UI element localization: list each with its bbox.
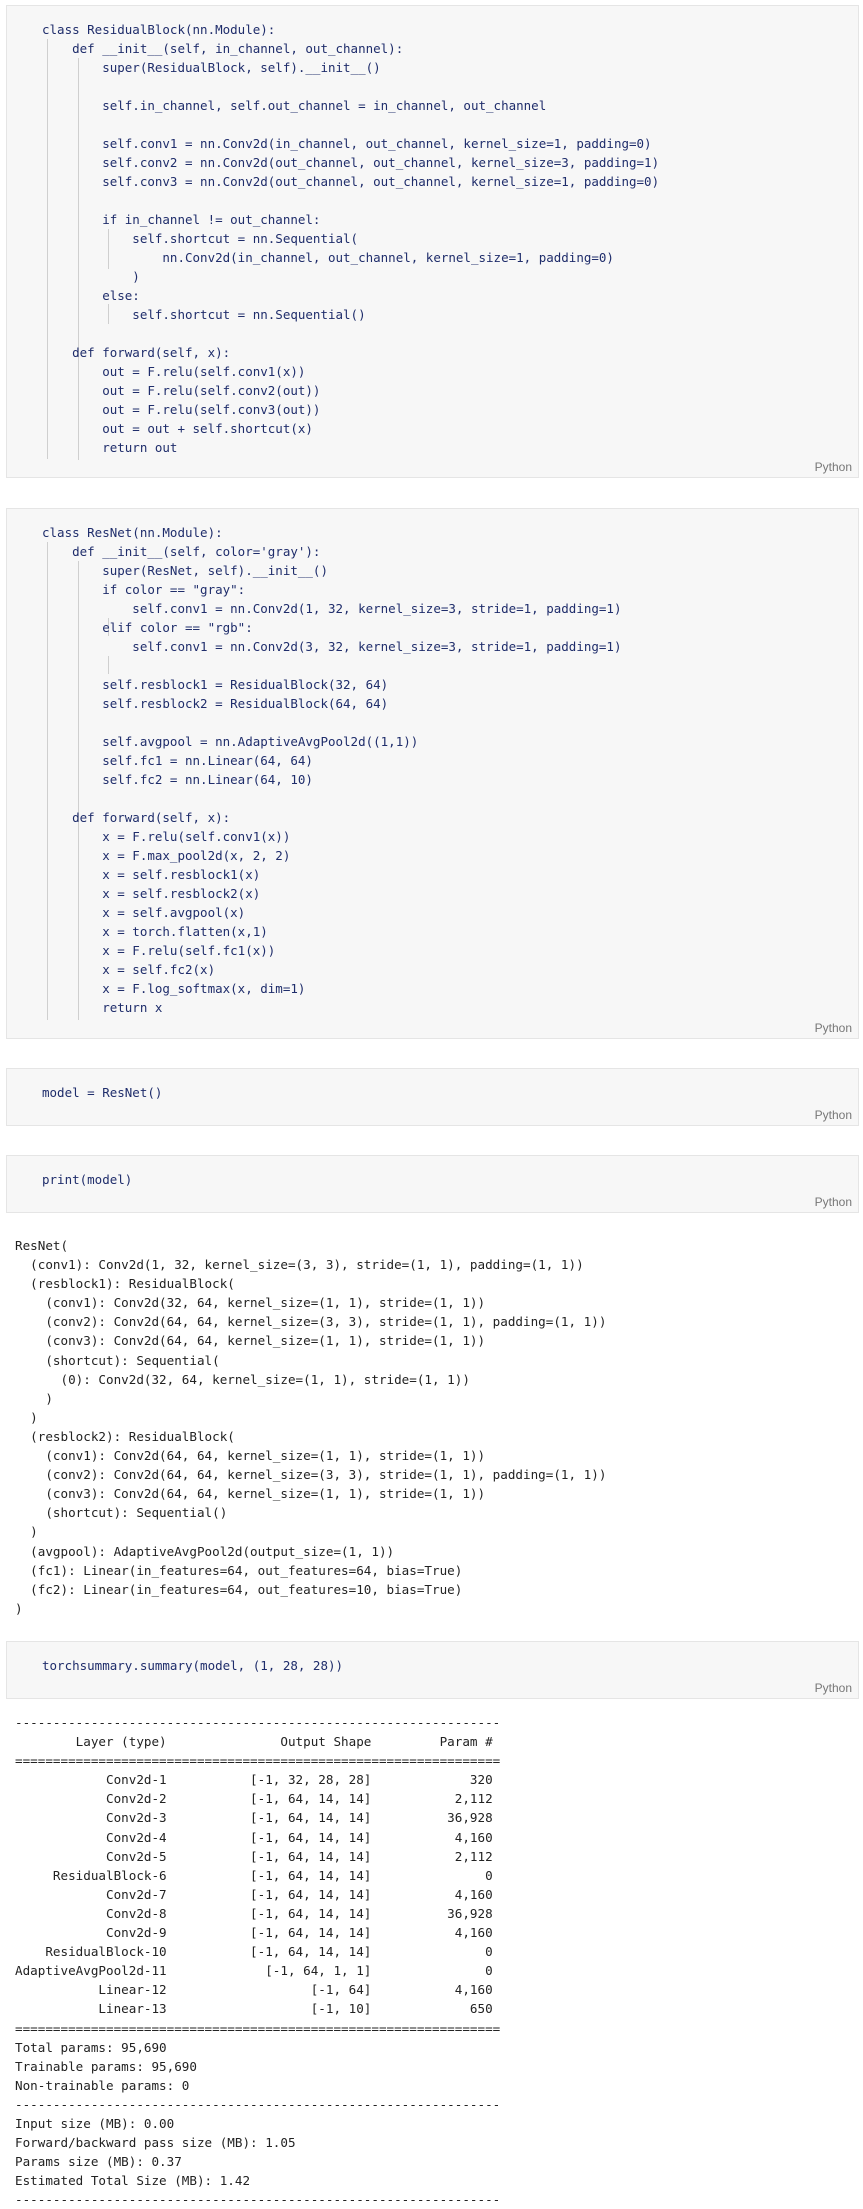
code-editor[interactable]: class ResNet(nn.Module): def __init__(se… — [42, 523, 621, 1017]
cell-output-print: ResNet( (conv1): Conv2d(1, 32, kernel_si… — [15, 1238, 607, 1616]
cell-language-label: Python — [814, 1108, 852, 1122]
code-cell-model[interactable]: model = ResNet() Python — [6, 1068, 859, 1126]
code-editor[interactable]: torchsummary.summary(model, (1, 28, 28)) — [42, 1656, 343, 1675]
code-cell-residualblock[interactable]: class ResidualBlock(nn.Module): def __in… — [6, 5, 859, 478]
code-cell-summary[interactable]: torchsummary.summary(model, (1, 28, 28))… — [6, 1641, 859, 1699]
code-editor[interactable]: model = ResNet() — [42, 1083, 162, 1102]
cell-language-label: Python — [814, 1681, 852, 1695]
cell-language-label: Python — [814, 1021, 852, 1035]
code-editor[interactable]: print(model) — [42, 1170, 132, 1189]
code-cell-print[interactable]: print(model) Python — [6, 1155, 859, 1213]
code-editor[interactable]: class ResidualBlock(nn.Module): def __in… — [42, 20, 659, 457]
code-cell-resnet[interactable]: class ResNet(nn.Module): def __init__(se… — [6, 508, 859, 1039]
cell-language-label: Python — [814, 1195, 852, 1209]
cell-language-label: Python — [814, 460, 852, 474]
cell-output-summary: ----------------------------------------… — [15, 1715, 501, 2208]
